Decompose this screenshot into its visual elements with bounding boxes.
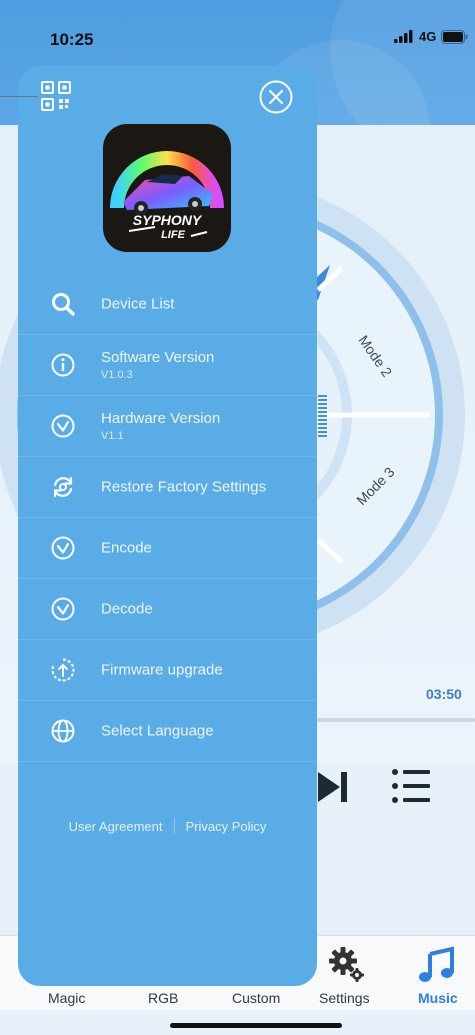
- battery-icon: [441, 29, 468, 44]
- tab-music[interactable]: Music: [418, 990, 458, 1006]
- car-logo-image: SYPHONY LIFE: [110, 151, 224, 241]
- side-drawer: SYPHONY LIFE Device List Software Versio…: [18, 66, 317, 986]
- tab-magic[interactable]: Magic: [48, 990, 85, 1006]
- check-circle-icon: [51, 536, 75, 560]
- logo-text-2: LIFE: [161, 229, 185, 241]
- playlist-icon[interactable]: [390, 766, 430, 806]
- menu-item-title: Select Language: [101, 722, 214, 740]
- tab-rgb[interactable]: RGB: [148, 990, 178, 1006]
- upload-circle-icon: [51, 658, 75, 682]
- menu-item-select-language[interactable]: Select Language: [18, 701, 317, 762]
- gear-icon[interactable]: [327, 945, 367, 985]
- check-circle-icon: [51, 414, 75, 438]
- qr-code-icon[interactable]: [40, 80, 72, 112]
- menu-item-firmware-upgrade[interactable]: Firmware upgrade: [18, 640, 317, 701]
- logo-text-1: SYPHONY: [133, 212, 203, 228]
- menu-item-title: Decode: [101, 600, 153, 618]
- menu-item-title: Encode: [101, 539, 152, 557]
- status-time: 10:25: [50, 30, 94, 49]
- tab-custom[interactable]: Custom: [232, 990, 280, 1006]
- status-icons: 4G: [394, 29, 469, 44]
- search-icon: [52, 293, 75, 316]
- next-track-icon[interactable]: [318, 770, 350, 804]
- check-circle-icon: [51, 597, 75, 621]
- close-icon[interactable]: [258, 79, 294, 115]
- menu-item-restore-factory[interactable]: Restore Factory Settings: [18, 457, 317, 518]
- tab-settings[interactable]: Settings: [319, 990, 370, 1006]
- music-note-icon[interactable]: [418, 946, 456, 984]
- home-indicator: [170, 1023, 342, 1028]
- menu-item-encode[interactable]: Encode: [18, 518, 317, 579]
- signal-icon: [394, 30, 413, 43]
- menu-item-device-list[interactable]: Device List: [18, 274, 317, 335]
- menu-item-decode[interactable]: Decode: [18, 579, 317, 640]
- progress-bar[interactable]: [300, 718, 475, 722]
- pointer-line: [0, 96, 38, 97]
- hardware-version-value: V1.1: [101, 430, 124, 442]
- link-divider: [173, 818, 175, 834]
- globe-icon: [51, 719, 75, 743]
- network-type: 4G: [419, 29, 437, 44]
- menu-item-title: Restore Factory Settings: [101, 478, 267, 496]
- privacy-policy-link[interactable]: Privacy Policy: [186, 819, 267, 834]
- user-agreement-link[interactable]: User Agreement: [69, 819, 163, 834]
- restore-icon: [53, 476, 73, 498]
- legal-links: User Agreement Privacy Policy: [18, 818, 317, 834]
- drawer-menu: Device List Software Version V1.0.3 Hard…: [18, 274, 317, 762]
- total-time: 03:50: [426, 686, 462, 702]
- menu-item-title: Hardware Version: [101, 410, 221, 427]
- menu-item-title: Firmware upgrade: [101, 661, 223, 679]
- menu-item-software-version[interactable]: Software Version V1.0.3: [18, 335, 317, 396]
- info-icon: [51, 353, 75, 377]
- app-logo: SYPHONY LIFE: [103, 124, 231, 252]
- software-version-value: V1.0.3: [101, 369, 133, 381]
- menu-item-hardware-version[interactable]: Hardware Version V1.1: [18, 396, 317, 457]
- menu-item-title: Device List: [101, 295, 175, 313]
- menu-item-title: Software Version: [101, 349, 215, 366]
